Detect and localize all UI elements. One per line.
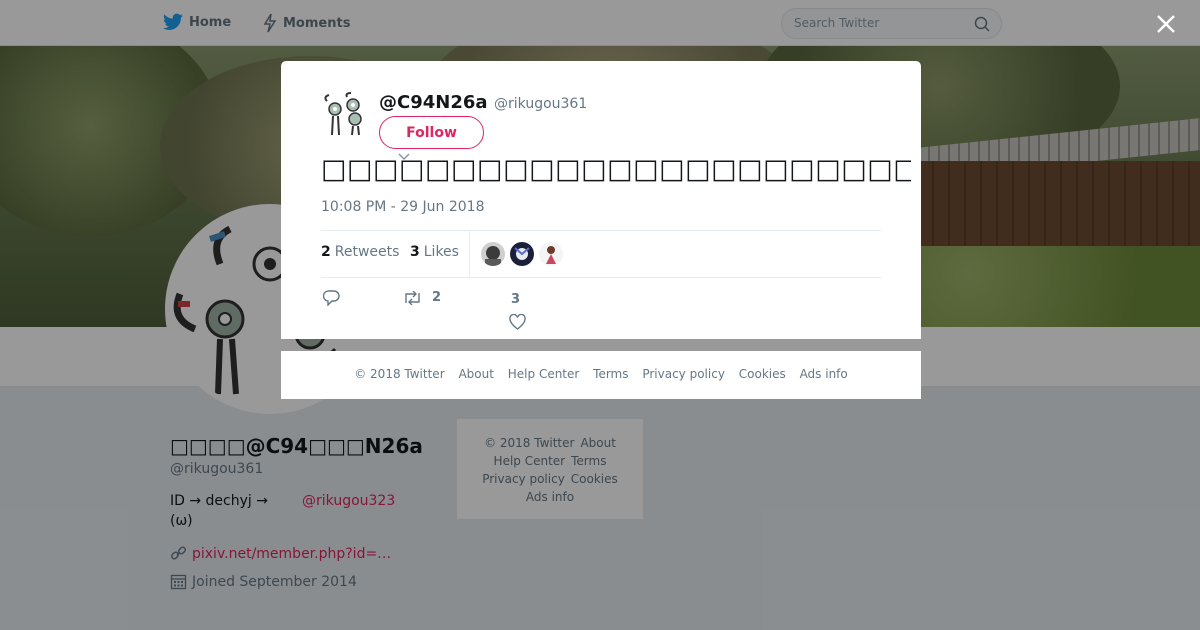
modal-footer: © 2018 Twitter About Help Center Terms P…: [281, 351, 921, 399]
tweet-timestamp[interactable]: 10:08 PM - 29 Jun 2018: [321, 199, 485, 215]
modal-footer-privacy[interactable]: Privacy policy: [642, 367, 725, 381]
tweet-actions: 2 3: [321, 286, 881, 330]
tweet-text: □□□□□□□□□□□□□□□□□□□□□□□□□□□□□□□□□□□□□□□□…: [321, 154, 911, 185]
liker-avatar[interactable]: [539, 242, 563, 266]
reply-icon: [323, 290, 340, 306]
modal-footer-ads[interactable]: Ads info: [800, 367, 848, 381]
like-count: 3: [511, 292, 521, 307]
retweet-button[interactable]: 2: [403, 290, 441, 305]
tweet-author-name[interactable]: @C94N26a: [379, 92, 488, 113]
modal-footer-terms[interactable]: Terms: [593, 367, 628, 381]
retweets-count: 2: [321, 244, 331, 260]
modal-footer-about[interactable]: About: [458, 367, 493, 381]
modal-footer-copyright: © 2018 Twitter: [354, 367, 445, 381]
likes-label: Likes: [423, 244, 459, 260]
close-icon[interactable]: [1156, 14, 1176, 34]
liker-avatar[interactable]: [510, 242, 534, 266]
retweets-label: Retweets: [334, 244, 400, 260]
tweet-author-handle[interactable]: @rikugou361: [494, 96, 587, 112]
modal-footer-cookies[interactable]: Cookies: [739, 367, 786, 381]
heart-icon[interactable]: [509, 314, 526, 330]
likes-stat[interactable]: 3 Likes: [410, 244, 459, 260]
tweet-modal: @C94N26a @rikugou361 Follow □□□□□□□□□□□□…: [281, 61, 921, 339]
tweet-stats: 2 Retweets 3 Likes: [321, 230, 881, 278]
follow-button[interactable]: Follow: [379, 116, 484, 149]
retweet-count: 2: [432, 290, 442, 305]
modal-footer-help[interactable]: Help Center: [508, 367, 580, 381]
reply-button[interactable]: [323, 290, 340, 306]
likes-count: 3: [410, 244, 420, 260]
retweet-icon: [405, 290, 420, 305]
tweet-author-avatar[interactable]: [321, 91, 369, 139]
retweets-stat[interactable]: 2 Retweets: [321, 244, 399, 260]
liker-avatar[interactable]: [481, 242, 505, 266]
